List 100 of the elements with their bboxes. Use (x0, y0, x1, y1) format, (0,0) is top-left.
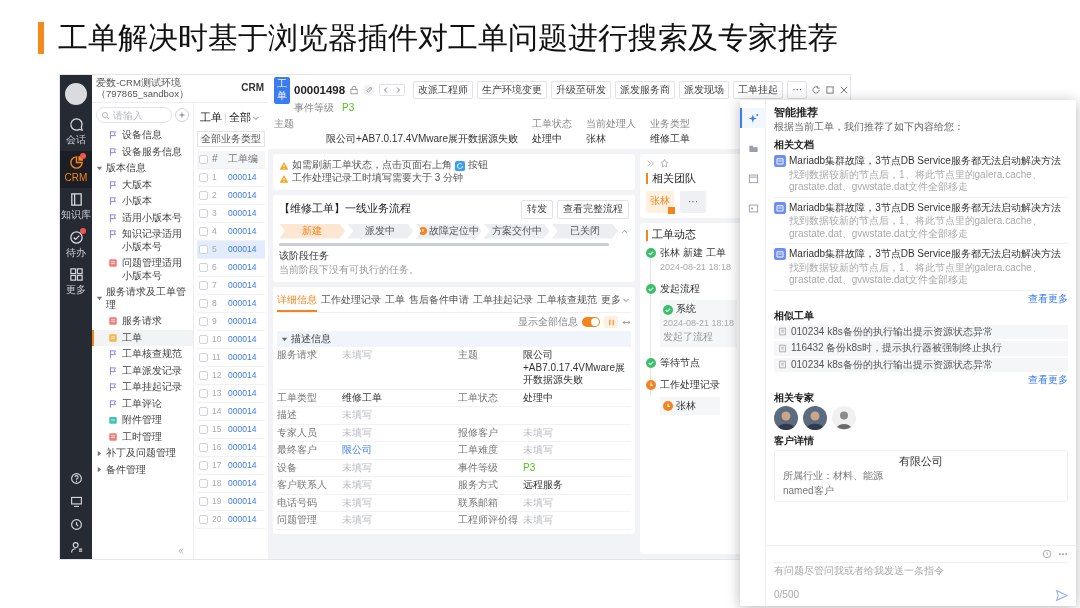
view-dropdown[interactable]: 全部 (229, 111, 260, 125)
checkbox[interactable] (199, 479, 208, 488)
checkbox[interactable] (199, 299, 208, 308)
checkbox[interactable] (199, 155, 208, 164)
process-step[interactable]: 故障定位中 (415, 223, 482, 239)
checkbox[interactable] (199, 263, 208, 272)
table-row[interactable]: 19 000014 (197, 493, 265, 511)
ticket-link[interactable]: 000014 (228, 352, 263, 363)
doc-title[interactable]: Mariadb集群故障，3节点DB Service服务都无法启动解决方法 (789, 201, 1068, 215)
process-step[interactable]: 派发中 (347, 223, 414, 239)
tree-item[interactable]: 附件管理 (92, 412, 193, 429)
ticket-link[interactable]: 000014 (228, 208, 263, 219)
checkbox[interactable] (199, 515, 208, 524)
tab[interactable]: 工作处理记录 (321, 290, 381, 312)
section-header[interactable]: 描述信息 (277, 331, 631, 347)
more-link[interactable]: 查看更多 (1028, 374, 1068, 387)
ticket-link[interactable]: 000014 (228, 388, 263, 399)
tree-group[interactable]: 补丁及问题管理 (92, 445, 193, 462)
send-button[interactable] (1055, 589, 1068, 602)
tree-item[interactable]: 小版本 (92, 193, 193, 210)
table-row[interactable]: 17 000014 (197, 457, 265, 475)
ticket-link[interactable]: 000014 (228, 172, 263, 183)
action-button[interactable]: 生产环境变更 (477, 80, 548, 100)
expert-avatar[interactable] (803, 406, 827, 431)
more-button[interactable]: ··· (680, 190, 706, 214)
tab[interactable]: 售后备件申请 (409, 290, 469, 312)
action-button[interactable]: 派发现场 (679, 80, 730, 100)
checkbox[interactable] (199, 191, 208, 200)
tree-item[interactable]: 工时管理 (92, 428, 193, 445)
doc-title[interactable]: Mariadb集群故障，3节点DB Service服务都无法启动解决方法 (789, 248, 1068, 261)
tree-item[interactable]: 工单核查规范 (92, 346, 193, 363)
similar-ticket[interactable]: 116432 备份k8s时，提示执行器被强制终止执行 (774, 341, 1068, 356)
action-button[interactable]: ··· (787, 80, 808, 100)
tree-item[interactable]: 知识记录适用小版本号 (92, 226, 193, 255)
table-row[interactable]: 2 000014 (197, 187, 265, 205)
rail-item[interactable]: 待办 (60, 225, 92, 263)
ticket-link[interactable]: 000014 (228, 298, 263, 309)
tree-group[interactable]: 备件管理 (92, 461, 193, 478)
action-button[interactable]: 改派工程师 (413, 80, 474, 100)
refresh-button[interactable] (811, 85, 822, 95)
checkbox[interactable] (199, 281, 208, 290)
expert-avatar[interactable] (832, 406, 856, 431)
column-layout-button[interactable] (604, 316, 618, 328)
table-row[interactable]: 13 000014 (197, 385, 265, 403)
checkbox[interactable] (199, 461, 208, 470)
ticket-link[interactable]: 000014 (228, 478, 263, 489)
checkbox[interactable] (199, 497, 208, 506)
ticket-link[interactable]: 000014 (228, 496, 263, 507)
process-button[interactable]: 转发 (521, 200, 553, 219)
checkbox[interactable] (199, 443, 208, 452)
table-row[interactable]: 5 000014 (197, 241, 265, 259)
toggle-switch[interactable] (582, 317, 600, 327)
rail-item[interactable]: 会话 (60, 113, 92, 151)
checkbox[interactable] (199, 371, 208, 380)
table-row[interactable]: 6 000014 (197, 259, 265, 277)
checkbox[interactable] (199, 425, 208, 434)
fullscreen-button[interactable] (825, 85, 836, 95)
table-row[interactable]: 15 000014 (197, 421, 265, 439)
tree-item[interactable]: 设备服务信息 (92, 143, 193, 160)
table-row[interactable]: 11 000014 (197, 349, 265, 367)
expert-avatar[interactable] (774, 406, 798, 431)
table-row[interactable]: 12 000014 (197, 367, 265, 385)
checkbox[interactable] (199, 389, 208, 398)
table-row[interactable]: 10 000014 (197, 331, 265, 349)
scrollbar[interactable] (279, 242, 609, 246)
table-row[interactable]: 20 000014 (197, 511, 265, 529)
ticket-link[interactable]: 000014 (228, 424, 263, 435)
rail-item[interactable]: 知识库 (60, 188, 92, 226)
checkbox[interactable] (199, 245, 208, 254)
ticket-link[interactable]: 000014 (228, 226, 263, 237)
tree-group[interactable]: 服务请求及工单管理 (92, 284, 193, 313)
ticket-link[interactable]: 000014 (228, 190, 263, 201)
similar-ticket[interactable]: 010234 k8s备份的执行输出提示资源状态异常 (774, 357, 1068, 373)
checkbox[interactable] (199, 317, 208, 326)
table-row[interactable]: 3 000014 (197, 205, 265, 223)
type-select[interactable]: 全部业务类型 (197, 131, 265, 147)
process-step[interactable]: 已关闭 (551, 223, 618, 239)
tab[interactable]: 工单核查规范 (537, 290, 597, 312)
process-button[interactable]: 查看完整流程 (557, 200, 629, 219)
expand-width-button[interactable] (622, 317, 631, 327)
tree-item[interactable]: 问题管理适用小版本号 (92, 255, 193, 284)
tree-item[interactable]: 工单挂起记录 (92, 379, 193, 396)
process-step[interactable]: 方案交付中 (483, 223, 550, 239)
action-button[interactable]: 工单挂起 (733, 80, 784, 100)
checkbox[interactable] (199, 407, 208, 416)
ticket-link[interactable]: 000014 (228, 316, 263, 327)
table-row[interactable]: 1 000014 (197, 169, 265, 187)
ticket-link[interactable]: 000014 (228, 514, 263, 525)
tab[interactable]: 工单 (385, 290, 405, 312)
field-value[interactable]: 限公司 (342, 444, 450, 457)
tree-item[interactable]: 服务请求 (92, 313, 193, 330)
tree-item[interactable]: 工单 (92, 329, 193, 346)
tree-item[interactable]: 工单派发记录 (92, 362, 193, 379)
close-button[interactable] (839, 85, 850, 95)
ticket-link[interactable]: 000014 (228, 244, 263, 255)
checkbox[interactable] (199, 227, 208, 236)
tree-item[interactable]: 适用小版本号 (92, 209, 193, 226)
checkbox[interactable] (199, 209, 208, 218)
action-button[interactable]: 派发服务商 (615, 80, 676, 100)
tab[interactable]: 更多 (601, 290, 630, 312)
